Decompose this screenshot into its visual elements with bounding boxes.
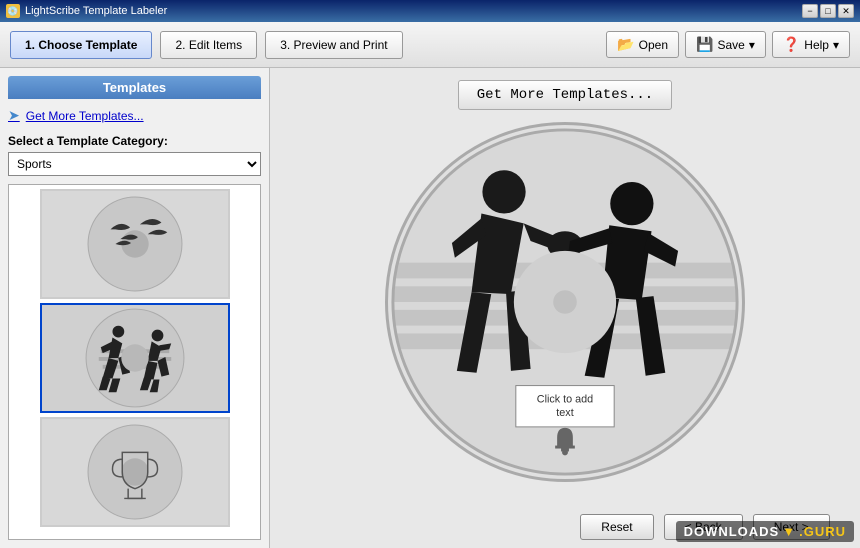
save-icon: 💾 bbox=[696, 36, 713, 53]
folder-icon: 📂 bbox=[617, 36, 634, 53]
watermark-icon: ▼ bbox=[782, 524, 796, 539]
template-scroll-area[interactable] bbox=[9, 185, 260, 539]
title-bar-left: 💿 LightScribe Template Labeler bbox=[6, 4, 167, 18]
watermark-guru: .GURU bbox=[799, 524, 846, 539]
app-icon: 💿 bbox=[6, 4, 20, 18]
category-select[interactable]: Sports Music Movies Travel Abstract Holi… bbox=[8, 152, 261, 176]
template-list bbox=[8, 184, 261, 540]
open-label: Open bbox=[639, 38, 668, 52]
get-more-top-button[interactable]: Get More Templates... bbox=[458, 80, 672, 110]
template-item-1[interactable] bbox=[40, 189, 230, 299]
category-label: Select a Template Category: bbox=[8, 134, 261, 148]
minimize-button[interactable]: − bbox=[802, 4, 818, 18]
help-label: Help bbox=[804, 38, 829, 52]
title-bar: 💿 LightScribe Template Labeler − □ ✕ bbox=[0, 0, 860, 22]
watermark-text: DOWNLOADS bbox=[684, 524, 780, 539]
open-button[interactable]: 📂 Open bbox=[606, 31, 679, 58]
svg-text:Click to add: Click to add bbox=[537, 393, 593, 405]
help-button[interactable]: ❓ Help ▾ bbox=[772, 31, 850, 58]
step2-button[interactable]: 2. Edit Items bbox=[160, 31, 257, 59]
save-button[interactable]: 💾 Save ▾ bbox=[685, 31, 766, 58]
template-item-2[interactable] bbox=[40, 303, 230, 413]
cd-stripes-svg: Click to add text bbox=[388, 125, 742, 479]
title-bar-controls: − □ ✕ bbox=[802, 4, 854, 18]
window-title: LightScribe Template Labeler bbox=[25, 5, 167, 17]
cd-preview: Click to add text bbox=[385, 122, 745, 482]
template-item-3[interactable] bbox=[40, 417, 230, 527]
help-icon: ❓ bbox=[783, 36, 800, 53]
get-more-link[interactable]: ➤ Get More Templates... bbox=[8, 105, 261, 126]
restore-button[interactable]: □ bbox=[820, 4, 836, 18]
get-more-text: Get More Templates... bbox=[26, 109, 144, 123]
main-content: Templates ➤ Get More Templates... Select… bbox=[0, 68, 860, 548]
toolbar: 1. Choose Template 2. Edit Items 3. Prev… bbox=[0, 22, 860, 68]
help-dropdown-icon[interactable]: ▾ bbox=[833, 38, 839, 52]
right-panel: Get More Templates... bbox=[270, 68, 860, 548]
toolbar-right: 📂 Open 💾 Save ▾ ❓ Help ▾ bbox=[606, 31, 850, 58]
arrow-icon: ➤ bbox=[8, 107, 20, 124]
cd-preview-container: Click to add text bbox=[385, 122, 745, 482]
svg-text:text: text bbox=[556, 407, 573, 419]
reset-button[interactable]: Reset bbox=[580, 514, 653, 540]
watermark: DOWNLOADS ▼ .GURU bbox=[676, 521, 854, 542]
save-dropdown-icon[interactable]: ▾ bbox=[749, 38, 755, 52]
templates-header: Templates bbox=[8, 76, 261, 99]
save-label: Save bbox=[717, 38, 744, 52]
step1-button[interactable]: 1. Choose Template bbox=[10, 31, 152, 59]
left-panel: Templates ➤ Get More Templates... Select… bbox=[0, 68, 270, 548]
step3-button[interactable]: 3. Preview and Print bbox=[265, 31, 402, 59]
close-button[interactable]: ✕ bbox=[838, 4, 854, 18]
